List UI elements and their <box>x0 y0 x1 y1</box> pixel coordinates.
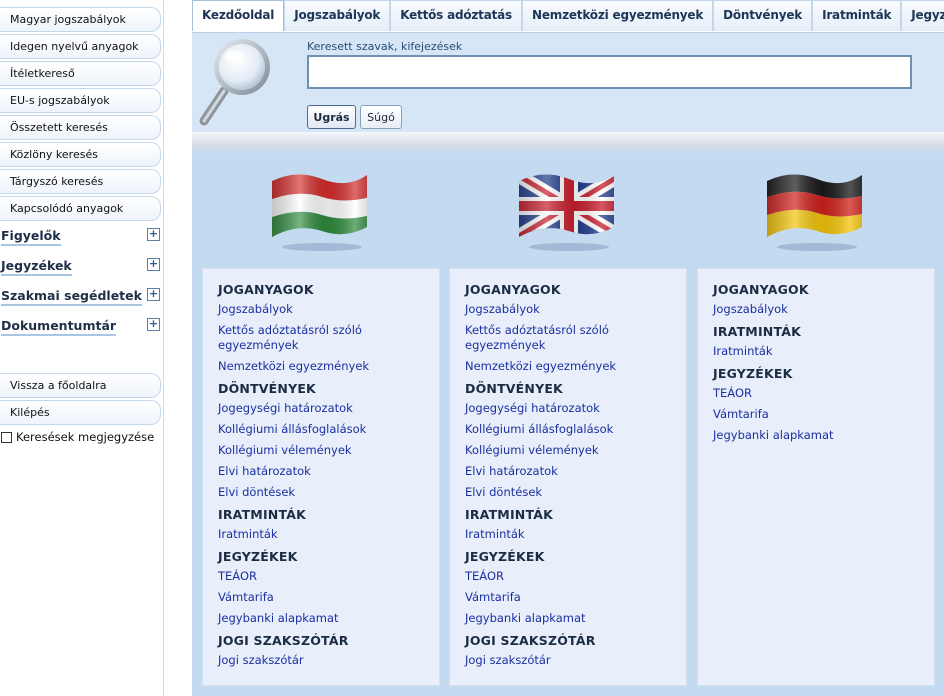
search-bar: Keresett szavak, kifejezések Ugrás Súgó <box>192 32 944 132</box>
panel-link[interactable]: TEÁOR <box>218 569 418 584</box>
panel-link[interactable]: Iratminták <box>713 344 913 359</box>
help-button[interactable]: Súgó <box>360 105 402 129</box>
tab-jogszabalyok[interactable]: Jogszabályok <box>284 0 391 31</box>
panel-link[interactable]: Elvi döntések <box>465 485 665 500</box>
panel-link[interactable]: Jegybanki alapkamat <box>713 428 913 443</box>
divider <box>192 132 944 154</box>
panel-heading: JEGYZÉKEK <box>465 549 545 564</box>
panel-link[interactable]: Jegybanki alapkamat <box>465 611 665 626</box>
panel-link[interactable]: Vámtarifa <box>465 590 665 605</box>
panel-english: JOGANYAGOK Jogszabályok Kettős adóztatásró… <box>449 268 687 686</box>
panel-link[interactable]: Vámtarifa <box>713 407 913 422</box>
tab-bar: Kezdőoldal Jogszabályok Kettős adóztatás… <box>192 0 944 32</box>
tab-dontvenyek[interactable]: Döntvények <box>713 0 813 31</box>
panel-heading: JOGI SZAKSZÓTÁR <box>218 633 349 648</box>
main-content: Kezdőoldal Jogszabályok Kettős adóztatás… <box>192 0 944 696</box>
panel-link[interactable]: Nemzetközi egyezmények <box>465 359 665 374</box>
panel-heading: JOGANYAGOK <box>218 282 314 297</box>
panel-hungarian: JOGANYAGOK Jogszabályok Kettős adóztatásró… <box>202 268 440 686</box>
panel-link[interactable]: Jogegységi határozatok <box>465 401 665 416</box>
panel-heading: JOGANYAGOK <box>465 282 561 297</box>
sidebar-section-jegyzekek[interactable]: Jegyzékek + <box>0 256 162 280</box>
panel-link[interactable]: Kollégiumi állásfoglalások <box>218 422 418 437</box>
panel-link[interactable]: Jegybanki alapkamat <box>218 611 418 626</box>
sidebar-item-targyszo-kereses[interactable]: Tárgyszó keresés <box>0 169 161 194</box>
panel-link[interactable]: Kettős adóztatásról szóló egyezmények <box>218 323 418 353</box>
panel-heading: DÖNTVÉNYEK <box>218 381 316 396</box>
tab-jegyzekek[interactable]: Jegyzékek <box>901 0 944 31</box>
panel-link[interactable]: Vámtarifa <box>218 590 418 605</box>
panel-heading: IRATMINTÁK <box>465 507 553 522</box>
panel-link[interactable]: Iratminták <box>218 527 418 542</box>
panel-heading: JEGYZÉKEK <box>713 366 793 381</box>
sidebar-item-idegen-nyelvu-anyagok[interactable]: Idegen nyelvű anyagok <box>0 34 161 59</box>
gutter <box>165 0 192 696</box>
go-button[interactable]: Ugrás <box>307 105 356 129</box>
sidebar: Magyar jogszabályok Idegen nyelvű anyago… <box>0 0 164 696</box>
remember-label: Keresések megjegyzése <box>16 430 155 444</box>
remember-checkbox[interactable] <box>1 431 12 443</box>
panel-link[interactable]: Jogegységi határozatok <box>218 401 418 416</box>
sidebar-item-kozlony-kereses[interactable]: Közlöny keresés <box>0 142 161 167</box>
panel-link[interactable]: TEÁOR <box>465 569 665 584</box>
panel-link[interactable]: Elvi határozatok <box>465 464 665 479</box>
panel-german: JOGANYAGOK Jogszabályok IRATMINTÁK Iratmint… <box>697 268 935 686</box>
panel-link[interactable]: Elvi döntések <box>218 485 418 500</box>
panel-link[interactable]: Iratminták <box>465 527 665 542</box>
sidebar-section-szakmai-segedletek[interactable]: Szakmai segédletek + <box>0 286 162 310</box>
sidebar-section-figyelok[interactable]: Figyelők + <box>0 226 162 250</box>
sidebar-item-osszetett-kereses[interactable]: Összetett keresés <box>0 115 161 140</box>
panel-link[interactable]: Jogi szakszótár <box>218 653 418 668</box>
sidebar-item-eu-jogszabalyok[interactable]: EU-s jogszabályok <box>0 88 161 113</box>
magnifier-icon <box>199 39 270 126</box>
panel-link[interactable]: Jogszabályok <box>218 302 418 317</box>
expand-plus-icon[interactable]: + <box>147 318 160 331</box>
panel-link[interactable]: TEÁOR <box>713 386 913 401</box>
search-input[interactable] <box>307 55 912 89</box>
remember-searches[interactable]: Keresések megjegyzése <box>1 430 154 444</box>
panel-heading: JEGYZÉKEK <box>218 549 298 564</box>
tab-kezdooldal[interactable]: Kezdőoldal <box>192 0 285 31</box>
panel-link[interactable]: Nemzetközi egyezmények <box>218 359 418 374</box>
sidebar-item-kilepes[interactable]: Kilépés <box>0 400 161 425</box>
expand-plus-icon[interactable]: + <box>147 228 160 241</box>
panel-heading: IRATMINTÁK <box>713 324 801 339</box>
tab-kettos-adoztatas[interactable]: Kettős adóztatás <box>390 0 522 31</box>
expand-plus-icon[interactable]: + <box>147 288 160 301</box>
sidebar-item-magyar-jogszabalyok[interactable]: Magyar jogszabályok <box>0 7 161 32</box>
section-label: Jegyzékek <box>1 258 72 276</box>
german-flag-icon[interactable] <box>762 165 872 255</box>
panel-link[interactable]: Kollégiumi vélemények <box>465 443 665 458</box>
panel-heading: DÖNTVÉNYEK <box>465 381 563 396</box>
tab-nemzetkozi-egyezmenyek[interactable]: Nemzetközi egyezmények <box>522 0 714 31</box>
panel-heading: IRATMINTÁK <box>218 507 306 522</box>
tab-iratmintak[interactable]: Iratminták <box>812 0 902 31</box>
panel-link[interactable]: Elvi határozatok <box>218 464 418 479</box>
sidebar-item-iteletkereso[interactable]: Ítéletkereső <box>0 61 161 86</box>
sidebar-section-dokumentumtar[interactable]: Dokumentumtár + <box>0 316 162 340</box>
panel-heading: JOGANYAGOK <box>713 282 809 297</box>
section-label: Dokumentumtár <box>1 318 117 336</box>
hungarian-flag-icon[interactable] <box>267 165 377 255</box>
panel-heading: JOGI SZAKSZÓTÁR <box>465 633 596 648</box>
sidebar-item-vissza-fooldalra[interactable]: Vissza a főoldalra <box>0 373 161 398</box>
panel-link[interactable]: Jogszabályok <box>713 302 913 317</box>
search-label: Keresett szavak, kifejezések <box>307 40 463 53</box>
section-label: Szakmai segédletek <box>1 288 142 306</box>
sidebar-item-kapcsolodo-anyagok[interactable]: Kapcsolódó anyagok <box>0 196 161 221</box>
panel-link[interactable]: Kollégiumi állásfoglalások <box>465 422 665 437</box>
panel-link[interactable]: Kettős adóztatásról szóló egyezmények <box>465 323 665 353</box>
section-label: Figyelők <box>1 228 61 246</box>
uk-flag-icon[interactable] <box>514 165 624 255</box>
panel-link[interactable]: Jogszabályok <box>465 302 665 317</box>
expand-plus-icon[interactable]: + <box>147 258 160 271</box>
panel-link[interactable]: Kollégiumi vélemények <box>218 443 418 458</box>
panel-link[interactable]: Jogi szakszótár <box>465 653 665 668</box>
